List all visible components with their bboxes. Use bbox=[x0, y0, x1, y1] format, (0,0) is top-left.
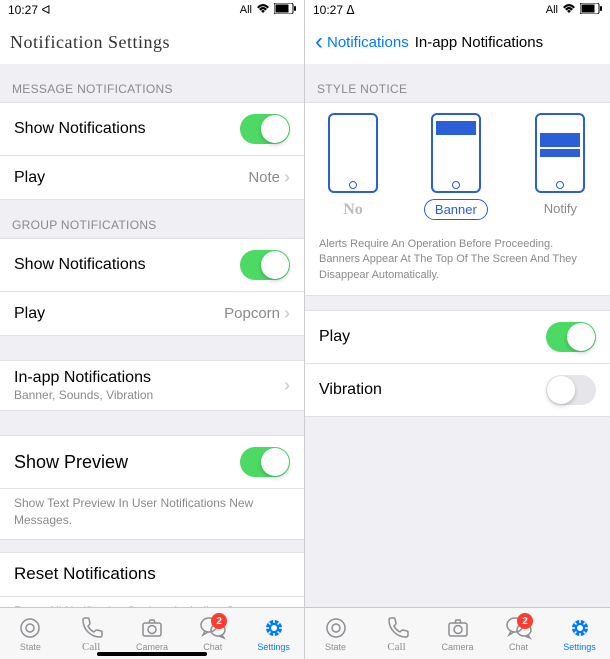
tab-settings[interactable]: Settings bbox=[243, 615, 304, 652]
status-time: 10:27 ᐊ bbox=[8, 3, 51, 17]
inapp-title: In-app Notifications bbox=[14, 369, 153, 387]
phone-icon bbox=[78, 614, 104, 640]
tab-settings-label: Settings bbox=[257, 642, 290, 652]
preview-desc: Show Text Preview In User Notifications … bbox=[0, 489, 304, 540]
status-bar: 10:27 ᐊ All bbox=[0, 0, 304, 20]
tab-chat-label: Chat bbox=[203, 642, 222, 652]
style-description: Alerts Require An Operation Before Proce… bbox=[305, 229, 610, 296]
wifi-icon bbox=[562, 4, 576, 17]
group-show-notifications-label: Show Notifications bbox=[14, 256, 146, 274]
group-play-label: Play bbox=[14, 305, 45, 323]
chat-badge: 2 bbox=[517, 613, 533, 629]
section-message: MESSAGE NOTIFICATIONS bbox=[0, 64, 304, 102]
status-bar: 10:27 ᐃ All bbox=[305, 0, 610, 20]
section-group: GROUP NOTIFICATIONS bbox=[0, 200, 304, 238]
style-option-notify[interactable]: Notify bbox=[534, 113, 587, 218]
home-indicator[interactable] bbox=[97, 652, 207, 656]
play-row[interactable]: Play bbox=[305, 311, 610, 364]
section-style: STYLE NOTICE bbox=[305, 64, 610, 102]
show-preview-label: Show Preview bbox=[14, 452, 128, 473]
camera-icon bbox=[139, 615, 165, 641]
tab-bar: State Call Camera 2 Chat Settings bbox=[305, 607, 610, 659]
nav-header: ‹ Notifications In-app Notifications bbox=[305, 20, 610, 64]
tab-call-label: Call bbox=[387, 641, 405, 653]
phone-icon bbox=[384, 614, 410, 640]
content: STYLE NOTICE No Banner Notify Alerts Req… bbox=[305, 64, 610, 659]
inapp-sub: Banner, Sounds, Vibration bbox=[14, 388, 153, 402]
reset-notifications-row[interactable]: Reset Notifications bbox=[0, 553, 304, 597]
battery-icon bbox=[580, 3, 602, 17]
style-option-banner[interactable]: Banner bbox=[424, 113, 488, 220]
chevron-right-icon: › bbox=[284, 375, 290, 396]
status-all: All bbox=[240, 4, 252, 16]
gear-icon bbox=[261, 615, 287, 641]
content: MESSAGE NOTIFICATIONS Show Notifications… bbox=[0, 64, 304, 659]
vibration-switch[interactable] bbox=[546, 375, 596, 405]
left-screen: 10:27 ᐊ All Notification Settings MESSAG… bbox=[0, 0, 305, 659]
show-preview-row[interactable]: Show Preview bbox=[0, 436, 304, 489]
group-play-row[interactable]: Play Popcorn› bbox=[0, 292, 304, 336]
play-label: Play bbox=[319, 328, 350, 346]
group-show-notifications-row[interactable]: Show Notifications bbox=[0, 239, 304, 292]
inapp-notifications-row[interactable]: In-app Notifications Banner, Sounds, Vib… bbox=[0, 361, 304, 411]
show-notifications-row[interactable]: Show Notifications bbox=[0, 103, 304, 156]
back-button[interactable]: ‹ bbox=[315, 28, 323, 56]
group-show-notifications-switch[interactable] bbox=[240, 250, 290, 280]
tab-call[interactable]: Call bbox=[366, 614, 427, 653]
style-option-none[interactable]: No bbox=[328, 113, 378, 221]
show-preview-switch[interactable] bbox=[240, 447, 290, 477]
reset-label: Reset Notifications bbox=[14, 564, 156, 584]
tab-state[interactable]: State bbox=[0, 615, 61, 652]
chevron-right-icon: › bbox=[284, 303, 290, 324]
tab-chat[interactable]: 2 Chat bbox=[182, 615, 243, 652]
status-icons: All bbox=[240, 3, 296, 17]
play-switch[interactable] bbox=[546, 322, 596, 352]
status-time: 10:27 ᐃ bbox=[313, 3, 355, 17]
tab-camera-label: Camera bbox=[136, 642, 168, 652]
right-screen: 10:27 ᐃ All ‹ Notifications In-app Notif… bbox=[305, 0, 610, 659]
status-icons: All bbox=[546, 3, 602, 17]
gear-icon bbox=[567, 615, 593, 641]
tab-state-label: State bbox=[20, 642, 41, 652]
tab-call[interactable]: Call bbox=[61, 614, 122, 653]
back-label[interactable]: Notifications bbox=[327, 34, 409, 51]
show-notifications-label: Show Notifications bbox=[14, 120, 146, 138]
group-play-value: Popcorn bbox=[224, 305, 280, 322]
tab-chat[interactable]: 2 Chat bbox=[488, 615, 549, 652]
tab-chat-label: Chat bbox=[509, 642, 528, 652]
style-none-label: No bbox=[333, 199, 373, 221]
style-notify-label: Notify bbox=[534, 199, 587, 218]
vibration-row[interactable]: Vibration bbox=[305, 364, 610, 417]
tab-settings[interactable]: Settings bbox=[549, 615, 610, 652]
chevron-right-icon: › bbox=[284, 167, 290, 188]
nav-title: In-app Notifications bbox=[415, 34, 543, 51]
page-title: Notification Settings bbox=[10, 32, 170, 53]
style-selector: No Banner Notify bbox=[305, 102, 610, 229]
play-value: Note bbox=[248, 169, 280, 186]
tab-settings-label: Settings bbox=[563, 642, 596, 652]
play-label: Play bbox=[14, 169, 45, 187]
nav-header: Notification Settings bbox=[0, 20, 304, 64]
show-notifications-switch[interactable] bbox=[240, 114, 290, 144]
vibration-label: Vibration bbox=[319, 381, 382, 399]
status-all: All bbox=[546, 4, 558, 16]
battery-icon bbox=[274, 3, 296, 17]
style-banner-label: Banner bbox=[424, 199, 488, 220]
wifi-icon bbox=[256, 4, 270, 17]
tab-camera[interactable]: Camera bbox=[427, 615, 488, 652]
tab-camera-label: Camera bbox=[441, 642, 473, 652]
play-sound-row[interactable]: Play Note› bbox=[0, 156, 304, 200]
tab-camera[interactable]: Camera bbox=[122, 615, 183, 652]
state-icon bbox=[17, 615, 43, 641]
camera-icon bbox=[445, 615, 471, 641]
tab-state-label: State bbox=[325, 642, 346, 652]
state-icon bbox=[323, 615, 349, 641]
tab-state[interactable]: State bbox=[305, 615, 366, 652]
